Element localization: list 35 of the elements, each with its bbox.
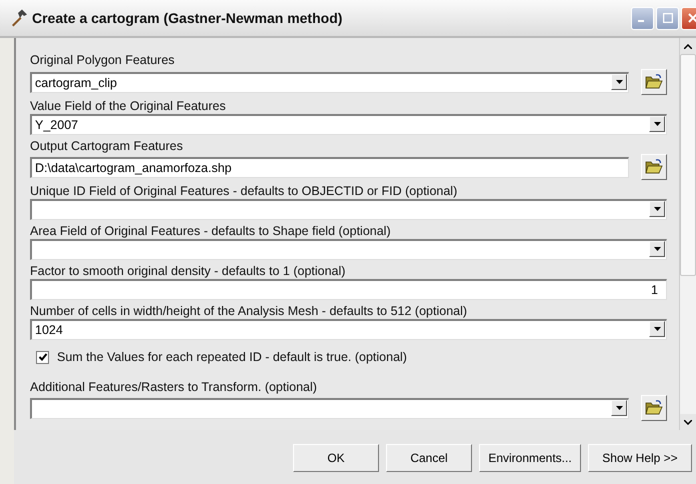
- dialog-button[interactable]: Show Help >>: [588, 444, 692, 472]
- scroll-down-icon[interactable]: [684, 420, 692, 424]
- scrollbar[interactable]: [679, 38, 696, 430]
- minimize-button[interactable]: [631, 6, 654, 30]
- maximize-icon: [662, 13, 672, 23]
- field-label: Original Polygon Features: [30, 52, 176, 68]
- folder-icon[interactable]: [641, 154, 667, 180]
- field-label: Factor to smooth original density - defaults to 1 (optional): [30, 263, 346, 279]
- checkbox-label: Sum the Values for each repeated ID - default is true. (optional): [57, 349, 407, 365]
- field-label: Unique ID Field of Original Features - defaults to OBJECTID or FID (optional): [30, 183, 458, 199]
- dropdown-field[interactable]: cartogram_clip: [30, 72, 629, 92]
- hammer-icon: [10, 9, 28, 27]
- text-field[interactable]: 1: [30, 279, 667, 300]
- field-label: Number of cells in width/height of the Analysis Mesh - defaults to 512 (optional): [30, 303, 468, 319]
- folder-icon[interactable]: [641, 395, 667, 421]
- maximize-button[interactable]: [656, 6, 679, 30]
- dropdown-field[interactable]: 1024: [30, 319, 667, 340]
- field-label: Value Field of the Original Features: [30, 98, 227, 114]
- field-label: Additional Features/Rasters to Transform. (optional): [30, 379, 318, 395]
- field-label: Output Cartogram Features: [30, 138, 184, 154]
- dialog-button[interactable]: Cancel: [386, 444, 472, 472]
- dialog-button[interactable]: Environments...: [479, 444, 581, 472]
- dropdown-field[interactable]: Y_2007: [30, 114, 667, 135]
- scroll-up-icon[interactable]: [684, 44, 692, 48]
- dropdown-field[interactable]: [30, 239, 667, 260]
- dropdown-field[interactable]: [30, 199, 667, 220]
- field-label: Area Field of Original Features - defaults to Shape field (optional): [30, 223, 392, 239]
- close-icon: [688, 13, 696, 23]
- window-title: Create a cartogram (Gastner-Newman method): [32, 10, 344, 26]
- dropdown-field[interactable]: [30, 398, 629, 418]
- checkbox[interactable]: [36, 350, 49, 364]
- minimize-icon: [638, 20, 644, 22]
- dialog-button[interactable]: OK: [293, 444, 379, 472]
- folder-icon[interactable]: [641, 69, 667, 95]
- text-field[interactable]: D:\data\cartogram_anamorfoza.shp: [30, 156, 629, 178]
